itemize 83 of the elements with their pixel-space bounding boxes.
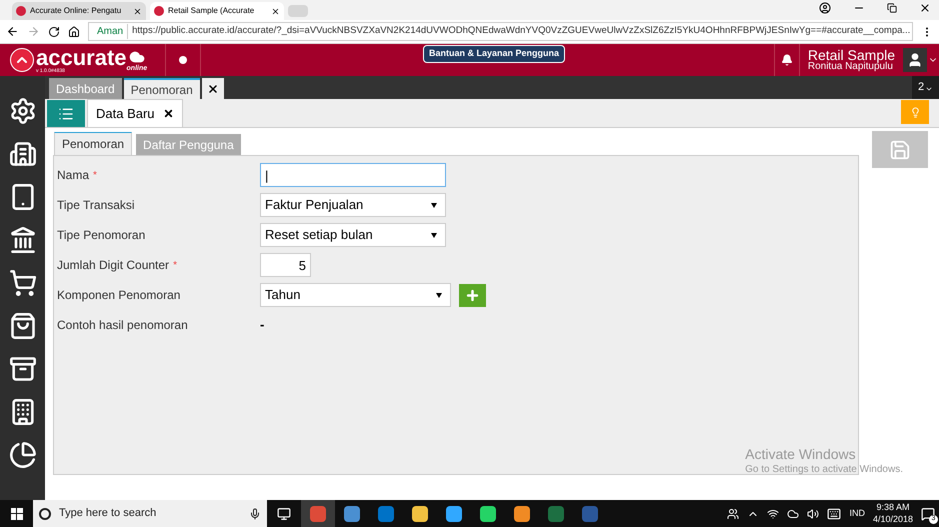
close-icon [206, 82, 219, 94]
back-icon[interactable] [6, 25, 19, 38]
chevron-down-icon [925, 85, 934, 93]
windows-start-icon[interactable] [10, 508, 22, 520]
clock-time: 9:38 AM [876, 502, 910, 514]
field-label: Contoh hasil penomoran [57, 317, 188, 334]
network-icon[interactable] [767, 508, 780, 520]
list-view-button[interactable] [47, 100, 85, 127]
close-icon [133, 6, 142, 16]
list-icon [58, 106, 74, 122]
dropdown-caret-icon [431, 232, 437, 238]
building-icon[interactable] [8, 140, 36, 168]
cloud-icon[interactable] [787, 508, 800, 520]
site-logo-icon [154, 6, 164, 16]
notification-bell-icon[interactable] [780, 54, 793, 66]
help-button[interactable]: Bantuan & Layanan Pengguna [423, 45, 566, 63]
tab-count-button[interactable]: 2 [912, 76, 939, 99]
action-center-icon[interactable] [921, 506, 935, 520]
close-icon[interactable] [162, 108, 174, 119]
home-icon[interactable] [68, 26, 80, 38]
dropdown-caret-icon [436, 292, 442, 298]
plus-icon [465, 288, 480, 302]
form-tab[interactable]: Penomoran [54, 132, 132, 155]
profile-icon[interactable] [819, 2, 831, 14]
address-bar[interactable]: Aman https://public.accurate.id/accurate/?_dsi=aVVuckNBSVZXaVN2K214dUVWODhQNEdwaWdnYVQ0VzZGUEVweUlwVzZxSlZ6ZzI5YkU4OHhnRFBPWjJESnIwYg==#accurate__compa... [88, 22, 913, 41]
task-view-icon[interactable] [277, 506, 291, 520]
required-marker: * [93, 168, 97, 182]
sub-tab[interactable]: Data Baru [87, 99, 183, 127]
restore-icon[interactable] [887, 3, 897, 13]
field-label: Jumlah Digit Counter [57, 257, 170, 274]
dropdown-field[interactable]: Tahun [260, 283, 451, 307]
app-icon[interactable] [514, 506, 530, 522]
people-icon[interactable] [727, 508, 740, 520]
field-label: Tipe Transaksi [57, 197, 135, 214]
logo-icon [10, 48, 34, 72]
bank-icon[interactable] [8, 226, 36, 254]
dropdown-field[interactable]: Faktur Penjualan [260, 193, 446, 217]
app-icon[interactable] [344, 506, 360, 522]
close-icon[interactable] [919, 2, 931, 14]
clock-date: 4/10/2018 [872, 514, 913, 525]
secure-label: Aman [97, 25, 124, 39]
taskbar-search-field[interactable]: Type here to search [33, 500, 267, 527]
app-icon[interactable] [446, 506, 462, 522]
logo-text: accurate [36, 46, 127, 68]
user-name: Ronitua Napitupulu [808, 62, 893, 72]
module-tab[interactable]: Penomoran [124, 78, 200, 99]
dropdown-caret-icon [431, 202, 437, 208]
user-avatar[interactable] [903, 48, 927, 72]
name-input-field[interactable]: | [260, 163, 446, 187]
site-logo-icon [16, 6, 26, 16]
cart-icon[interactable] [8, 269, 36, 297]
tab-title: Accurate Online: Pengatu [30, 5, 122, 17]
browser-tab[interactable]: Accurate Online: Pengatu [12, 2, 146, 20]
settings-icon[interactable] [8, 97, 36, 125]
lightbulb-icon [910, 106, 920, 118]
field-label: Komponen Penomoran [57, 287, 180, 304]
activation-subtitle: Go to Settings to activate Windows. [745, 464, 903, 476]
url-text: https://public.accurate.id/accurate/?_dsi=aVVuckNBSVZXaVN2K214dUVWODhQNEdwaWdnYVQ0VzZGUEVweUlwVzZxSlZ6ZzI5YkU4OHhnRFBPWjJESnIwYg==#accurate__compa... [127, 24, 910, 39]
microphone-icon[interactable] [249, 508, 261, 520]
app-icon[interactable] [412, 506, 428, 522]
example-value: - [260, 316, 264, 334]
pie-chart-icon[interactable] [8, 441, 36, 469]
bag-icon[interactable] [8, 312, 36, 340]
close-icon [271, 6, 280, 16]
language-indicator[interactable]: IND [849, 506, 865, 520]
add-button[interactable] [459, 284, 486, 306]
tab-title: Retail Sample (Accurate [168, 5, 256, 17]
app-icon[interactable] [480, 506, 496, 522]
field-label: Nama [57, 167, 90, 184]
close-tab-button[interactable] [202, 78, 224, 99]
required-marker: * [173, 258, 177, 272]
activation-title: Activate Windows [745, 446, 857, 464]
browser-tab[interactable]: Retail Sample (Accurate [150, 2, 284, 20]
number-input-field[interactable]: 5 [260, 253, 311, 277]
company-name: Retail Sample [808, 48, 895, 62]
archive-icon[interactable] [8, 355, 36, 383]
reload-icon[interactable] [48, 26, 60, 38]
field-label: Tipe Penomoran [57, 227, 146, 244]
keyboard-icon[interactable] [827, 506, 842, 520]
save-icon [889, 138, 911, 160]
cloud-icon [128, 48, 145, 64]
volume-icon[interactable] [807, 508, 820, 520]
dropdown-field[interactable]: Reset setiap bulan [260, 223, 446, 247]
